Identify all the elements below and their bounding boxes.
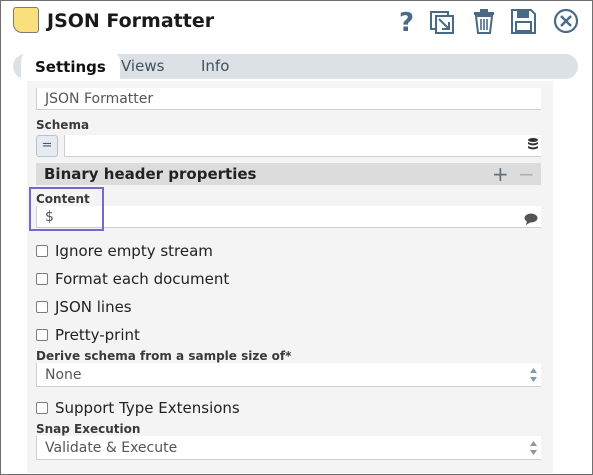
trash-icon[interactable] bbox=[470, 7, 498, 35]
format-each-document-row[interactable]: Format each document bbox=[36, 269, 229, 289]
ignore-empty-stream-checkbox[interactable] bbox=[36, 245, 48, 257]
binary-header-section: Binary header properties + − bbox=[36, 162, 541, 186]
remove-icon[interactable]: − bbox=[518, 162, 535, 186]
tab-info[interactable]: Info bbox=[201, 54, 229, 79]
comment-icon[interactable] bbox=[524, 210, 538, 225]
pretty-print-label: Pretty-print bbox=[55, 326, 140, 344]
close-icon[interactable] bbox=[552, 7, 580, 35]
schema-field[interactable] bbox=[64, 135, 541, 157]
label-field[interactable]: JSON Formatter bbox=[36, 88, 541, 110]
support-type-extensions-label: Support Type Extensions bbox=[55, 399, 240, 417]
tab-bar: Settings Views Info bbox=[13, 52, 578, 82]
snap-execution-select[interactable]: Validate & Execute bbox=[36, 436, 541, 460]
format-each-document-label: Format each document bbox=[55, 270, 230, 288]
schema-label: Schema bbox=[36, 118, 90, 132]
save-icon[interactable] bbox=[509, 7, 537, 35]
add-icon[interactable]: + bbox=[492, 162, 509, 186]
derive-schema-select[interactable]: None bbox=[36, 363, 541, 387]
dialog-title: JSON Formatter bbox=[47, 10, 215, 32]
json-lines-checkbox[interactable] bbox=[36, 301, 48, 313]
help-icon[interactable]: ? bbox=[393, 7, 421, 38]
support-type-extensions-checkbox[interactable] bbox=[36, 402, 48, 414]
derive-schema-label: Derive schema from a sample size of* bbox=[36, 349, 292, 363]
spinner-icon bbox=[530, 368, 537, 382]
pretty-print-checkbox[interactable] bbox=[36, 329, 48, 341]
schema-expression-toggle[interactable]: = bbox=[36, 135, 58, 157]
format-each-document-checkbox[interactable] bbox=[36, 273, 48, 285]
json-lines-row[interactable]: JSON lines bbox=[36, 297, 132, 317]
schema-suggest-icon[interactable] bbox=[527, 137, 539, 153]
section-title: Binary header properties bbox=[44, 165, 257, 183]
json-lines-label: JSON lines bbox=[55, 298, 132, 316]
derive-schema-value: None bbox=[45, 367, 82, 383]
content-highlight-box bbox=[29, 187, 104, 231]
tab-views[interactable]: Views bbox=[121, 54, 164, 79]
tab-settings[interactable]: Settings bbox=[21, 52, 120, 82]
pretty-print-row[interactable]: Pretty-print bbox=[36, 325, 140, 345]
support-type-extensions-row[interactable]: Support Type Extensions bbox=[36, 398, 240, 418]
settings-panel: JSON Formatter Schema = Binary header pr… bbox=[27, 81, 553, 473]
svg-text:?: ? bbox=[399, 8, 414, 35]
ignore-empty-stream-label: Ignore empty stream bbox=[55, 242, 213, 260]
dialog-header: JSON Formatter ? bbox=[1, 1, 592, 47]
export-icon[interactable] bbox=[428, 7, 456, 35]
ignore-empty-stream-row[interactable]: Ignore empty stream bbox=[36, 241, 213, 261]
snap-settings-dialog: JSON Formatter ? Settings Views Info JSO… bbox=[0, 0, 593, 475]
snap-execution-value: Validate & Execute bbox=[45, 440, 178, 456]
content-field[interactable]: $ bbox=[36, 206, 541, 228]
snap-icon bbox=[13, 7, 39, 33]
snap-execution-label: Snap Execution bbox=[36, 422, 141, 436]
spinner-icon bbox=[530, 441, 537, 455]
